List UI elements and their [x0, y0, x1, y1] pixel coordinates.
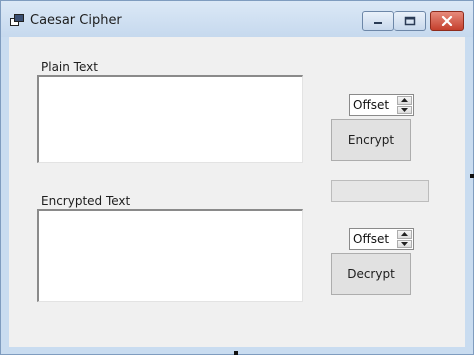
decrypt-button[interactable]: Decrypt [331, 253, 411, 295]
status-field [331, 180, 429, 202]
minimize-button[interactable] [362, 11, 394, 31]
title-bar[interactable]: Caesar Cipher [1, 1, 473, 37]
encrypt-offset-spinner[interactable] [349, 94, 414, 116]
resize-handle-right[interactable] [470, 174, 474, 178]
arrow-up-icon [401, 98, 408, 103]
decrypt-offset-arrows [397, 230, 412, 248]
arrow-down-icon [401, 241, 408, 246]
window-title: Caesar Cipher [30, 13, 122, 28]
decrypt-offset-up-button[interactable] [397, 230, 412, 239]
plain-text-input[interactable] [37, 75, 303, 163]
app-window: Caesar Cipher Plain Text Offset Encrypt … [0, 0, 474, 355]
close-button[interactable] [430, 11, 464, 31]
encrypt-button[interactable]: Encrypt [331, 119, 411, 161]
maximize-icon [404, 16, 415, 26]
arrow-up-icon [401, 232, 408, 237]
windows-app-icon [10, 14, 24, 26]
close-icon [441, 16, 453, 26]
encrypt-offset-field[interactable] [350, 95, 394, 115]
encrypt-offset-arrows [397, 96, 412, 114]
maximize-button[interactable] [394, 11, 426, 31]
plain-text-label: Plain Text [41, 60, 98, 74]
encrypted-text-input[interactable] [37, 209, 303, 302]
encrypt-offset-down-button[interactable] [397, 105, 412, 114]
arrow-down-icon [401, 107, 408, 112]
encrypt-offset-up-button[interactable] [397, 96, 412, 105]
form-client-area: Plain Text Encrypt Encrypted Text [9, 37, 465, 347]
decrypt-offset-spinner[interactable] [349, 228, 414, 250]
encrypted-text-label: Encrypted Text [41, 194, 131, 208]
resize-handle-bottom[interactable] [234, 351, 238, 355]
decrypt-offset-field[interactable] [350, 229, 394, 249]
minimize-icon [374, 22, 382, 24]
decrypt-offset-down-button[interactable] [397, 239, 412, 248]
